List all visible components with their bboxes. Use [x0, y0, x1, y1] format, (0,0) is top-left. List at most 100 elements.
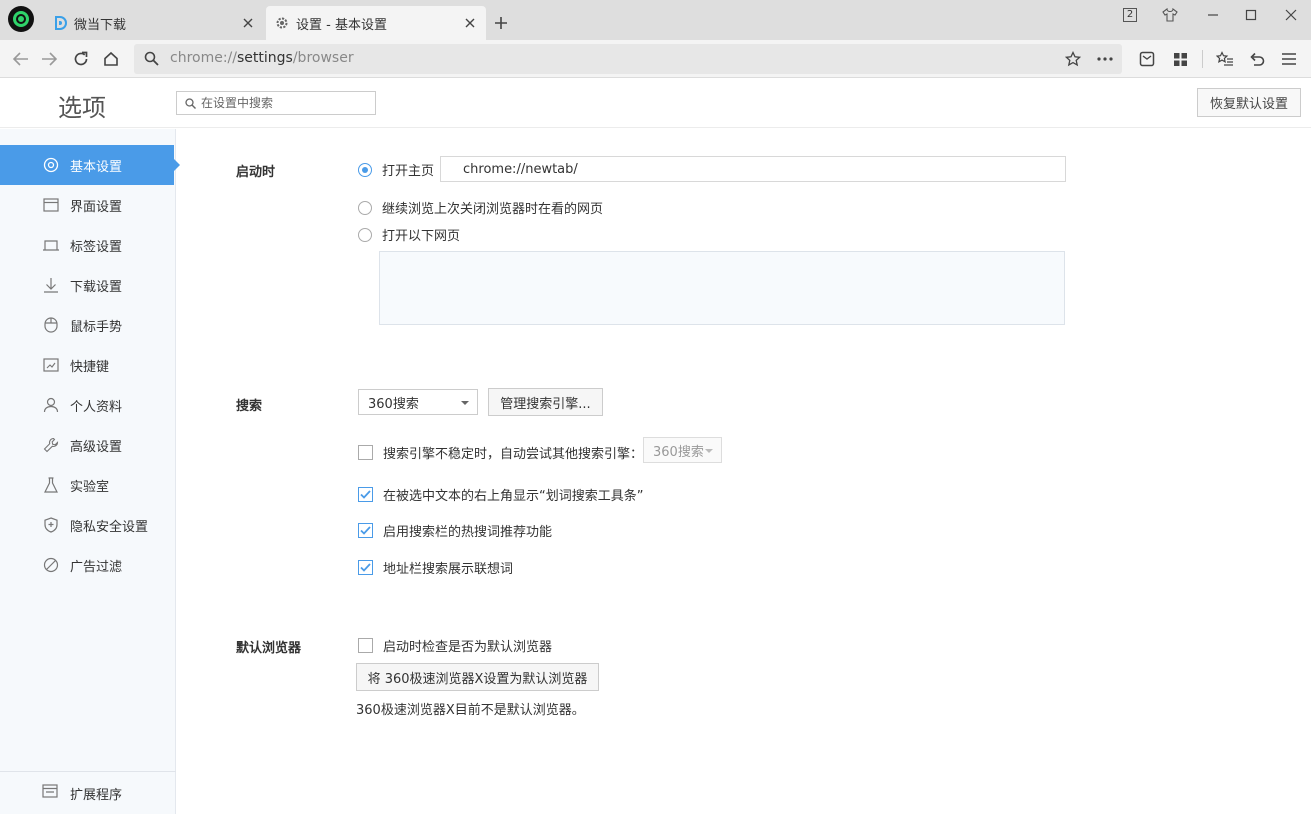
sidebar-item-extensions[interactable]: 扩展程序 [0, 771, 176, 814]
apps-grid-icon[interactable] [1169, 48, 1191, 70]
radio-homepage[interactable] [358, 162, 372, 177]
gear-icon [274, 15, 290, 31]
toolbar: chrome://settings/browser [0, 40, 1311, 78]
sidebar-item-label: 扩展程序 [70, 787, 123, 803]
radio-label: 打开主页 [382, 164, 435, 179]
checkbox-label: 在被选中文本的右上角显示“划词搜索工具条” [383, 489, 644, 504]
wrench-icon [42, 436, 60, 454]
home-button[interactable] [100, 48, 122, 70]
restore-defaults-button[interactable]: 恢复默认设置 [1197, 88, 1301, 117]
sidebar-item-lab[interactable]: 实验室 [0, 465, 176, 505]
tab-label: 微当下载 [74, 17, 127, 33]
more-icon[interactable] [1094, 48, 1116, 70]
window-close-button[interactable] [1276, 4, 1306, 26]
set-default-browser-button[interactable]: 将 360极速浏览器X设置为默认浏览器 [356, 663, 599, 691]
tab-strip: 微当下载 设置 - 基本设置 2 [0, 0, 1311, 40]
search-option-selection-toolbar[interactable]: 在被选中文本的右上角显示“划词搜索工具条” [358, 485, 643, 504]
tab-icon [42, 236, 60, 254]
search-option-suggestions[interactable]: 地址栏搜索展示联想词 [358, 558, 513, 577]
tab-settings[interactable]: 设置 - 基本设置 [266, 6, 486, 40]
default-browser-check-option[interactable]: 启动时检查是否为默认浏览器 [358, 636, 552, 655]
browser-logo-icon[interactable] [8, 6, 34, 32]
back-button[interactable] [10, 48, 32, 70]
search-engine-select[interactable]: 360搜索 [358, 389, 478, 415]
window-icon [42, 196, 60, 214]
tab-count-button[interactable]: 2 [1115, 4, 1145, 26]
search-icon [144, 51, 159, 66]
close-icon[interactable] [240, 15, 256, 31]
sidebar-item-privacy[interactable]: 隐私安全设置 [0, 505, 176, 545]
checkbox-label: 搜索引擎不稳定时，自动尝试其他搜索引擎： [383, 447, 644, 462]
search-fallback-option[interactable]: 搜索引擎不稳定时，自动尝试其他搜索引擎： [358, 443, 643, 462]
settings-search[interactable] [176, 91, 376, 115]
url-host: settings [237, 50, 293, 66]
sidebar-item-label: 快捷键 [70, 359, 110, 375]
default-browser-checkbox[interactable] [358, 638, 373, 653]
sidebar-item-label: 基本设置 [70, 159, 123, 175]
sidebar-item-basic[interactable]: 基本设置 [0, 145, 180, 185]
block-icon [42, 556, 60, 574]
star-icon[interactable] [1062, 48, 1084, 70]
forward-button[interactable] [38, 48, 60, 70]
sidebar-item-download[interactable]: 下载设置 [0, 265, 176, 305]
fallback-engine-select[interactable]: 360搜索 [643, 437, 722, 463]
sidebar-item-tabs[interactable]: 标签设置 [0, 225, 176, 265]
radio-open-pages[interactable] [358, 227, 372, 242]
close-icon[interactable] [462, 15, 478, 31]
url-text[interactable]: chrome://settings/browser [170, 50, 354, 66]
startup-option-continue[interactable]: 继续浏览上次关闭浏览器时在看的网页 [358, 198, 603, 217]
address-bar[interactable]: chrome://settings/browser [134, 44, 1122, 74]
checkbox-label: 地址栏搜索展示联想词 [383, 562, 514, 577]
select-value: 360搜索 [368, 396, 419, 412]
minimize-button[interactable] [1198, 4, 1228, 26]
toolbar-divider [1202, 50, 1203, 68]
maximize-button[interactable] [1236, 4, 1266, 26]
homepage-url-field[interactable]: chrome://newtab/ [440, 156, 1066, 182]
search-input[interactable] [201, 94, 371, 112]
search-icon [185, 98, 196, 109]
sidebar-item-profile[interactable]: 个人资料 [0, 385, 176, 425]
sidebar-item-interface[interactable]: 界面设置 [0, 185, 176, 225]
sidebar-item-label: 高级设置 [70, 439, 123, 455]
favorites-list-icon[interactable] [1214, 48, 1236, 70]
reading-mode-icon[interactable] [1136, 48, 1158, 70]
search-option-hot-words[interactable]: 启用搜索栏的热搜词推荐功能 [358, 521, 552, 540]
reload-button[interactable] [70, 48, 92, 70]
radio-continue[interactable] [358, 200, 372, 215]
sidebar-item-shortcuts[interactable]: 快捷键 [0, 345, 176, 385]
manage-search-engines-button[interactable]: 管理搜索引擎... [488, 388, 603, 416]
suggestions-checkbox[interactable] [358, 560, 373, 575]
search-section-label: 搜索 [236, 399, 263, 414]
flask-icon [42, 476, 60, 494]
mouse-icon [42, 316, 60, 334]
selection-toolbar-checkbox[interactable] [358, 487, 373, 502]
extensions-icon [42, 784, 60, 802]
sidebar-item-label: 广告过滤 [70, 559, 123, 575]
skin-shirt-icon[interactable] [1155, 4, 1185, 26]
default-browser-section-label: 默认浏览器 [236, 641, 302, 656]
default-browser-status: 360极速浏览器X目前不是默认浏览器。 [356, 703, 585, 718]
sidebar: 基本设置 界面设置 标签设置 下载设置 鼠标手势 快捷键 个人资料 高级设置 实… [0, 129, 180, 814]
checkmark-icon [360, 526, 371, 535]
hot-words-checkbox[interactable] [358, 523, 373, 538]
shield-icon [42, 516, 60, 534]
weidown-logo-icon [52, 15, 68, 31]
startup-option-pages[interactable]: 打开以下网页 [358, 225, 460, 244]
tab-label: 设置 - 基本设置 [296, 17, 387, 33]
sidebar-item-advanced[interactable]: 高级设置 [0, 425, 176, 465]
select-value: 360搜索 [653, 444, 704, 460]
menu-icon[interactable] [1278, 48, 1300, 70]
sidebar-item-mouse[interactable]: 鼠标手势 [0, 305, 176, 345]
undo-icon[interactable] [1246, 48, 1268, 70]
radio-label: 打开以下网页 [382, 229, 461, 244]
new-tab-button[interactable] [490, 12, 512, 34]
sidebar-item-label: 实验室 [70, 479, 110, 495]
fallback-checkbox[interactable] [358, 445, 373, 460]
person-icon [42, 396, 60, 414]
sidebar-item-adblock[interactable]: 广告过滤 [0, 545, 176, 585]
startup-option-homepage[interactable]: 打开主页 [358, 160, 434, 179]
tab-weidown[interactable]: 微当下载 [44, 6, 264, 40]
checkmark-icon [360, 563, 371, 572]
startup-pages-list[interactable] [379, 251, 1065, 325]
sidebar-item-label: 界面设置 [70, 199, 123, 215]
